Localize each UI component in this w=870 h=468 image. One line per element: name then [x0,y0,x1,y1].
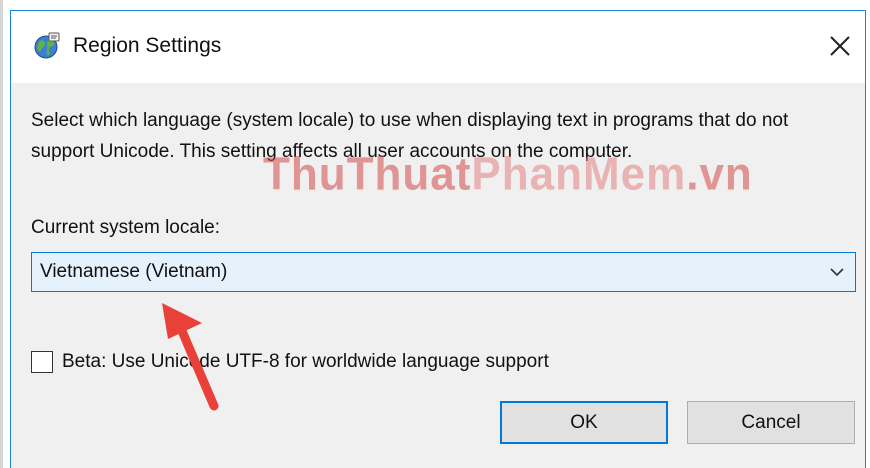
ok-button[interactable]: OK [500,401,668,444]
locale-selected-value: Vietnamese (Vietnam) [40,261,228,282]
title-bar: Region Settings [11,11,865,83]
background-window-edge [0,0,3,468]
close-icon[interactable] [823,29,857,63]
watermark-logo: ThuThuatPhanMem.vn [263,148,753,201]
window-title: Region Settings [73,34,222,57]
chevron-down-icon [830,268,844,277]
beta-utf8-label[interactable]: Beta: Use Unicode UTF-8 for worldwide la… [62,349,549,375]
screenshot: Region Settings Select which language (s… [0,0,870,468]
red-arrow-annotation [162,303,219,411]
locale-label: Current system locale: [31,217,221,238]
system-locale-dropdown[interactable]: Vietnamese (Vietnam) [31,252,856,292]
watermark-part-3: .vn [686,148,753,200]
beta-utf8-checkbox[interactable] [31,351,53,373]
watermark-part-1: ThuThuat [263,148,472,200]
watermark-part-2: PhanMem [471,148,687,200]
cancel-button[interactable]: Cancel [687,401,855,444]
region-globe-icon [34,32,60,59]
region-settings-dialog: Region Settings Select which language (s… [10,10,866,468]
